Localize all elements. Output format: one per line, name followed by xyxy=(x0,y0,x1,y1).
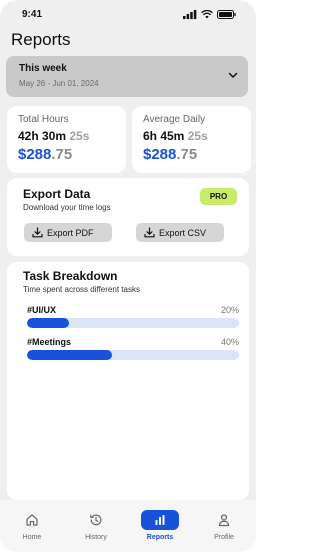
status-icons xyxy=(183,9,236,19)
date-range-title: This week xyxy=(19,63,67,74)
task-progress-fill xyxy=(27,350,112,360)
stat-time-seconds: 25s xyxy=(69,129,90,143)
stat-money-cents: .75 xyxy=(176,146,198,163)
task-progress-fill xyxy=(27,318,70,328)
task-percent: 20% xyxy=(220,305,239,315)
task-name: #Meetings xyxy=(27,337,72,347)
download-icon xyxy=(144,227,155,238)
date-range-subtitle: May 26 - Jun 01, 2024 xyxy=(19,79,99,88)
history-icon xyxy=(90,514,102,526)
export-subtitle: Download your time logs xyxy=(23,203,111,212)
task-progress-track xyxy=(27,350,239,360)
breakdown-title: Task Breakdown xyxy=(23,269,118,283)
stat-money-main: $288 xyxy=(143,146,177,163)
battery-icon xyxy=(217,9,236,19)
user-icon xyxy=(218,514,230,527)
stat-time: 42h 30m 25s xyxy=(18,129,115,143)
stat-time-main: 42h 30m xyxy=(18,129,67,143)
bottom-tab-bar: Home History Reports Profile xyxy=(0,500,256,552)
wifi-icon xyxy=(201,9,213,18)
task-row: #Meetings 40% xyxy=(27,337,239,360)
stat-time-main: 6h 45m xyxy=(143,129,185,143)
average-daily-card: Average Daily 6h 45m 25s $288.75 xyxy=(132,106,251,173)
export-data-card: Export Data Download your time logs PRO … xyxy=(7,178,249,256)
export-csv-label: Export CSV xyxy=(159,227,207,238)
date-range-dropdown[interactable]: This week May 26 - Jun 01, 2024 xyxy=(6,56,248,97)
tab-label: History xyxy=(85,534,107,541)
stat-money-main: $288 xyxy=(18,146,52,163)
stat-money-cents: .75 xyxy=(51,146,73,163)
export-pdf-label: Export PDF xyxy=(47,227,94,238)
tab-profile[interactable]: Profile xyxy=(199,510,249,541)
bar-chart-icon xyxy=(155,515,165,525)
tab-history[interactable]: History xyxy=(71,510,121,541)
tab-reports[interactable]: Reports xyxy=(135,510,185,541)
task-breakdown-card: Task Breakdown Time spent across differe… xyxy=(7,262,249,500)
stat-money: $288.75 xyxy=(143,146,240,163)
stat-money: $288.75 xyxy=(18,146,115,163)
status-time: 9:41 xyxy=(22,8,43,20)
export-csv-button[interactable]: Export CSV xyxy=(136,223,224,242)
breakdown-subtitle: Time spent across different tasks xyxy=(23,285,140,294)
phone-screen: 9:41 Reports This week May 26 - Jun 01, xyxy=(0,0,256,552)
chevron-down-icon xyxy=(228,72,238,78)
download-icon xyxy=(32,227,43,238)
tab-label: Home xyxy=(22,534,42,541)
task-row: #UI/UX 20% xyxy=(27,305,239,328)
stat-time-seconds: 25s xyxy=(187,129,208,143)
stat-time: 6h 45m 25s xyxy=(143,129,240,143)
page-title: Reports xyxy=(11,30,71,49)
tab-label: Reports xyxy=(146,534,174,541)
stat-label: Total Hours xyxy=(18,114,69,125)
export-pdf-button[interactable]: Export PDF xyxy=(24,223,112,242)
task-percent: 40% xyxy=(220,337,239,347)
stat-label: Average Daily xyxy=(143,114,206,125)
tab-label: Profile xyxy=(214,534,234,541)
task-progress-track xyxy=(27,318,239,328)
task-name: #UI/UX xyxy=(27,305,57,315)
pro-badge: PRO xyxy=(200,188,237,205)
status-bar: 9:41 xyxy=(0,0,256,28)
total-hours-card: Total Hours 42h 30m 25s $288.75 xyxy=(7,106,126,173)
tab-home[interactable]: Home xyxy=(7,510,57,541)
home-icon xyxy=(26,514,38,526)
signal-icon xyxy=(183,9,197,19)
